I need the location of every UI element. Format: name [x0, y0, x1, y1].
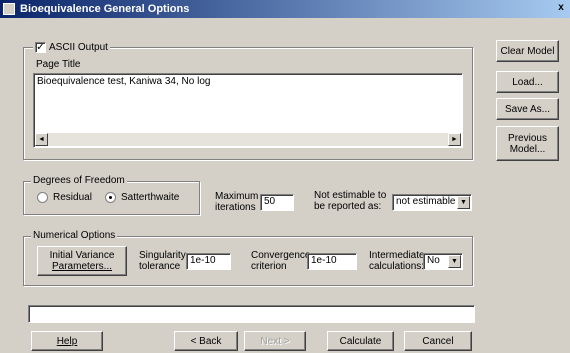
convergence-label: Convergence criterion [251, 250, 311, 272]
satterthwaite-label: Satterthwaite [121, 192, 180, 203]
numerical-options-legend: Numerical Options [31, 230, 118, 241]
singularity-field[interactable]: 1e-10 [186, 253, 231, 270]
intermediate-dropdown[interactable]: No ▼ [423, 253, 463, 270]
horizontal-scrollbar[interactable]: ◄ ► [35, 133, 461, 146]
residual-option[interactable]: Residual [37, 192, 92, 203]
convergence-field[interactable]: 1e-10 [307, 253, 357, 270]
singularity-label: Singularity tolerance [139, 250, 186, 272]
max-iterations-field[interactable]: 50 [260, 194, 294, 211]
ascii-output-option[interactable]: ✓ ASCII Output [33, 41, 110, 53]
help-button[interactable]: Help [31, 331, 103, 351]
app-icon [3, 3, 15, 15]
initial-variance-button[interactable]: Initial Variance Parameters... [37, 246, 127, 276]
scroll-left-icon[interactable]: ◄ [35, 133, 48, 146]
window-title: Bioequivalence General Options [20, 3, 190, 15]
ascii-output-checkbox[interactable]: ✓ [35, 41, 46, 53]
not-estimable-label: Not estimable to be reported as: [314, 190, 387, 212]
status-field [28, 305, 475, 323]
page-title-text: Bioequivalence test, Kaniwa 34, No log [37, 76, 211, 87]
iterations-label: Maximum iterations [215, 191, 259, 213]
load-button[interactable]: Load... [496, 71, 559, 93]
ascii-output-label: ASCII Output [49, 41, 108, 53]
not-estimable-dropdown[interactable]: not estimable ▼ [392, 194, 472, 211]
satterthwaite-radio[interactable] [105, 192, 116, 203]
dropdown-arrow-icon[interactable]: ▼ [457, 196, 470, 209]
degrees-of-freedom-legend: Degrees of Freedom [31, 175, 127, 186]
close-icon[interactable]: x [554, 2, 568, 15]
next-button[interactable]: Next > [244, 331, 306, 351]
title-bar: Bioequivalence General Options x [0, 0, 570, 18]
dropdown-arrow-icon[interactable]: ▼ [448, 255, 461, 268]
cancel-button[interactable]: Cancel [404, 331, 472, 351]
back-button[interactable]: < Back [174, 331, 238, 351]
residual-radio[interactable] [37, 192, 48, 203]
residual-label: Residual [53, 192, 92, 203]
intermediate-label: Intermediate calculations: [369, 250, 425, 272]
page-title-textarea[interactable]: Bioequivalence test, Kaniwa 34, No log ◄… [33, 73, 463, 148]
calculate-button[interactable]: Calculate [327, 331, 394, 351]
previous-model-button[interactable]: Previous Model... [496, 126, 559, 161]
scroll-right-icon[interactable]: ► [448, 133, 461, 146]
clear-model-button[interactable]: Clear Model [496, 40, 559, 62]
satterthwaite-option[interactable]: Satterthwaite [105, 192, 179, 203]
save-as-button[interactable]: Save As... [496, 98, 559, 120]
page-title-label: Page Title [36, 59, 81, 70]
